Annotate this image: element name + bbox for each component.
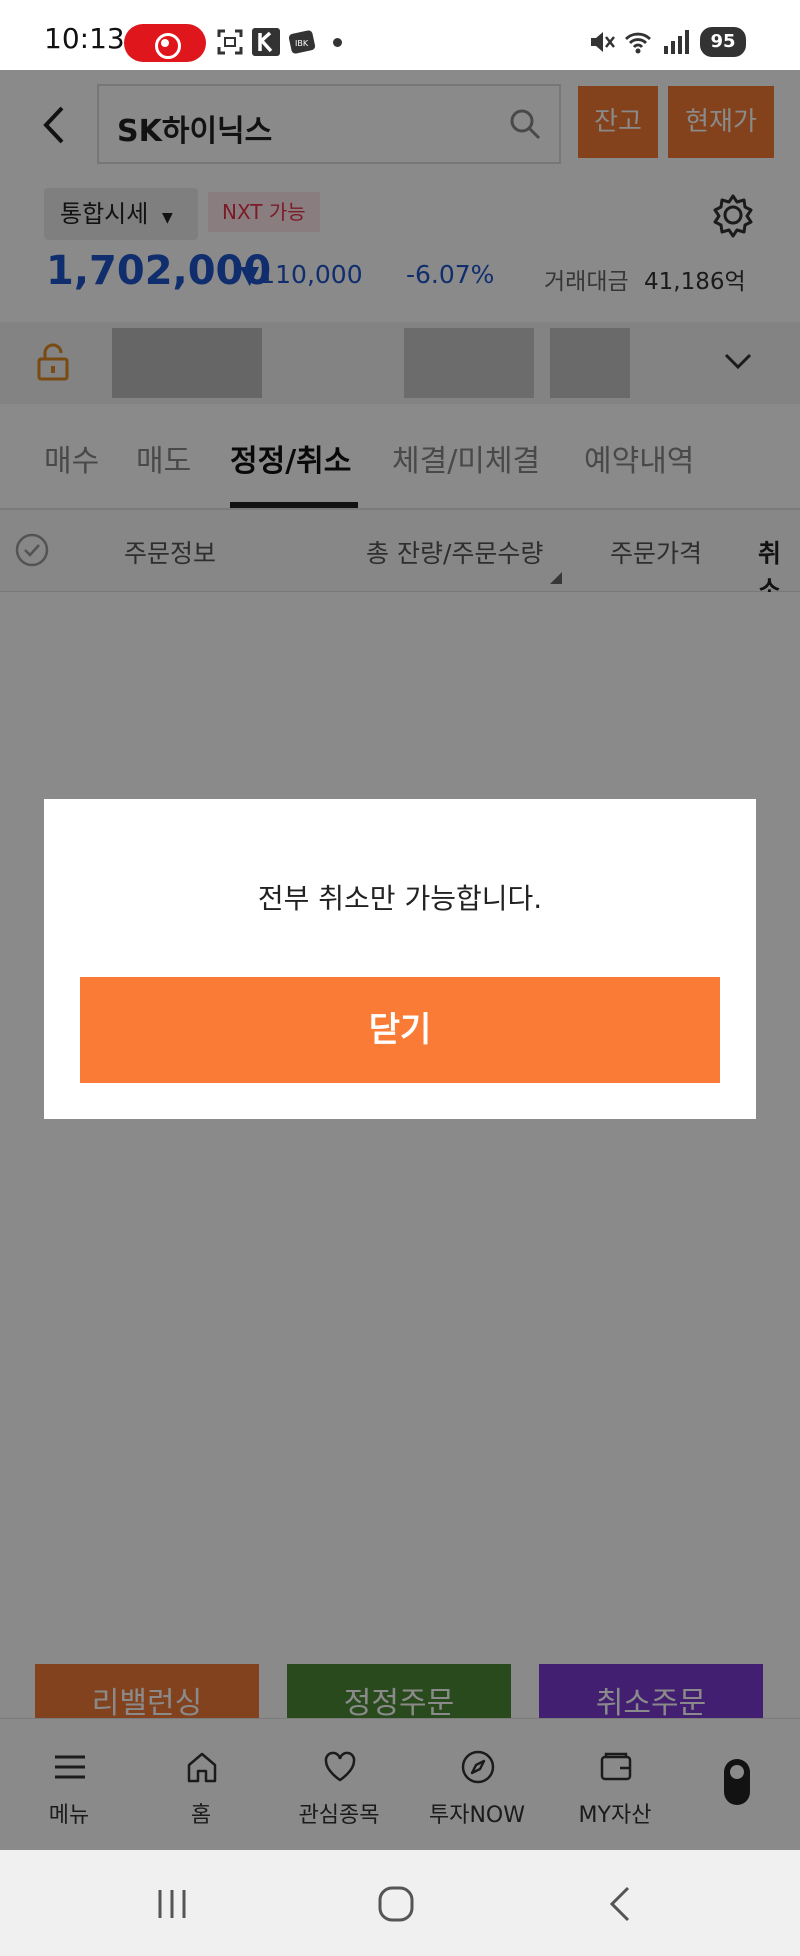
mute-icon [591, 32, 615, 52]
alert-dialog: 전부 취소만 가능합니다. 닫기 [44, 799, 756, 1119]
notification-dot [333, 38, 342, 47]
ibk-app-icon: IBK [288, 30, 316, 54]
alert-message: 전부 취소만 가능합니다. [257, 882, 543, 915]
signal-icon [664, 30, 689, 54]
battery-indicator: 95 [700, 27, 746, 57]
system-navigation-bar [0, 1850, 800, 1956]
wifi-icon [625, 32, 651, 54]
recent-apps-icon[interactable] [150, 1882, 194, 1926]
svg-text:IBK: IBK [295, 39, 309, 48]
status-time: 10:13 [44, 22, 125, 55]
system-back-icon[interactable] [600, 1882, 644, 1926]
close-button[interactable]: 닫기 [80, 977, 720, 1083]
k-app-icon [252, 28, 280, 56]
status-bar: 10:13 IBK 95 [0, 0, 800, 70]
scan-icon [217, 29, 243, 55]
home-button-icon[interactable] [374, 1882, 418, 1926]
screen-record-icon [124, 24, 206, 62]
